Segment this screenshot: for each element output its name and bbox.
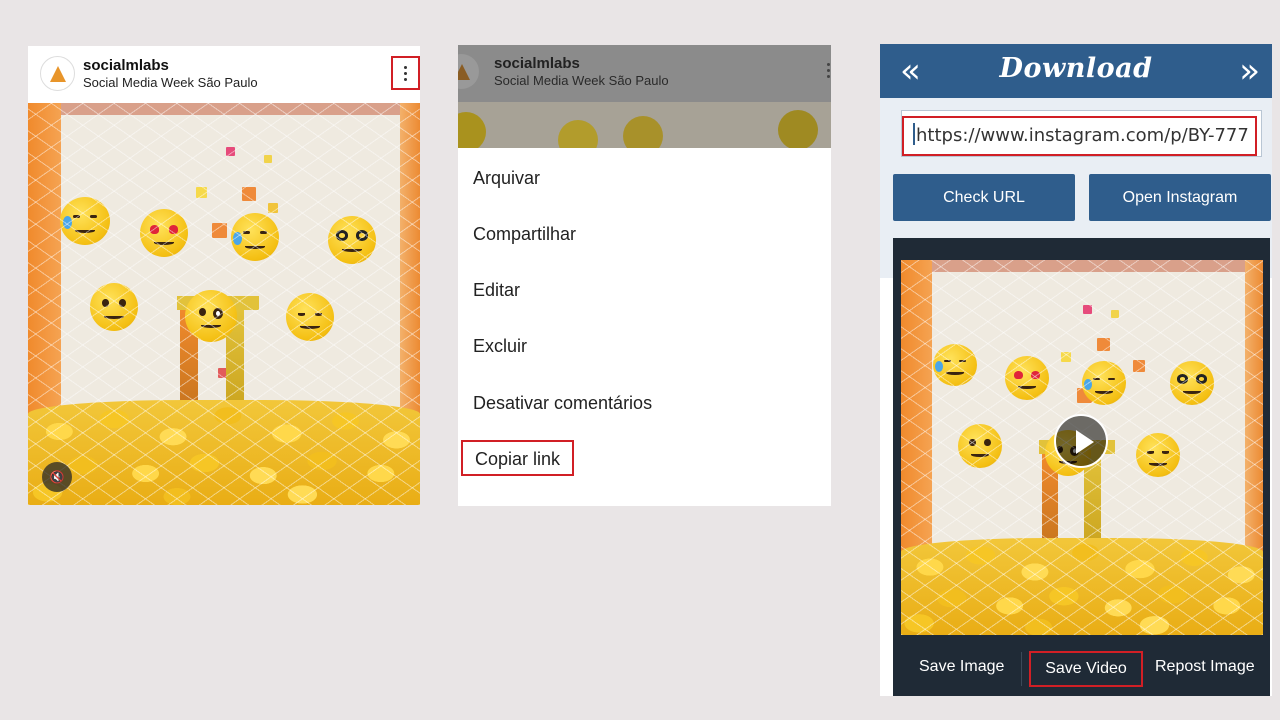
video-player: Save Image Save Video Repost Image (893, 238, 1270, 696)
open-instagram-button[interactable]: Open Instagram (1089, 174, 1271, 221)
app-title: Download (999, 53, 1153, 84)
save-image-button[interactable]: Save Image (919, 658, 1004, 676)
avatar[interactable] (40, 56, 75, 91)
forward-chevron-icon[interactable]: » (1239, 51, 1260, 91)
options-menu-panel: socialmlabs Social Media Week São Paulo … (458, 45, 831, 506)
menu-item-archive[interactable]: Arquivar (473, 166, 540, 190)
downloader-app-panel: « Download » https://www.instagram.com/p… (880, 44, 1272, 696)
post-video[interactable]: 🔇 (28, 103, 420, 505)
post-username: socialmlabs (494, 55, 580, 72)
menu-item-edit[interactable]: Editar (473, 278, 520, 302)
action-bar: Save Image Save Video Repost Image (893, 642, 1270, 696)
avatar (458, 54, 479, 89)
post-header: socialmlabs Social Media Week São Paulo (28, 46, 420, 103)
text-caret (913, 123, 915, 145)
post-username[interactable]: socialmlabs (83, 57, 169, 74)
save-video-button[interactable]: Save Video (1029, 651, 1143, 687)
app-header: « Download » (880, 44, 1272, 98)
flask-logo-icon (458, 63, 470, 80)
speaker-muted-icon[interactable]: 🔇 (42, 462, 72, 492)
flask-logo-icon (49, 65, 66, 82)
url-input[interactable]: https://www.instagram.com/p/BY-777 (902, 116, 1257, 156)
menu-item-delete[interactable]: Excluir (473, 334, 527, 358)
kebab-menu-icon (827, 63, 831, 78)
repost-image-button[interactable]: Repost Image (1155, 658, 1255, 676)
post-location[interactable]: Social Media Week São Paulo (83, 75, 258, 90)
menu-item-disable-comments[interactable]: Desativar comentários (473, 391, 652, 415)
url-value: https://www.instagram.com/p/BY-777 (916, 125, 1249, 146)
menu-item-copy-link[interactable]: Copiar link (461, 440, 575, 476)
dimmed-post-header: socialmlabs Social Media Week São Paulo (458, 45, 831, 148)
kebab-menu-icon[interactable] (391, 56, 420, 90)
play-icon[interactable] (1054, 414, 1108, 468)
menu-item-share[interactable]: Compartilhar (473, 222, 576, 246)
divider (1021, 652, 1022, 686)
check-url-button[interactable]: Check URL (893, 174, 1075, 221)
post-location: Social Media Week São Paulo (494, 73, 669, 88)
instagram-post-panel: socialmlabs Social Media Week São Paulo … (28, 46, 420, 505)
